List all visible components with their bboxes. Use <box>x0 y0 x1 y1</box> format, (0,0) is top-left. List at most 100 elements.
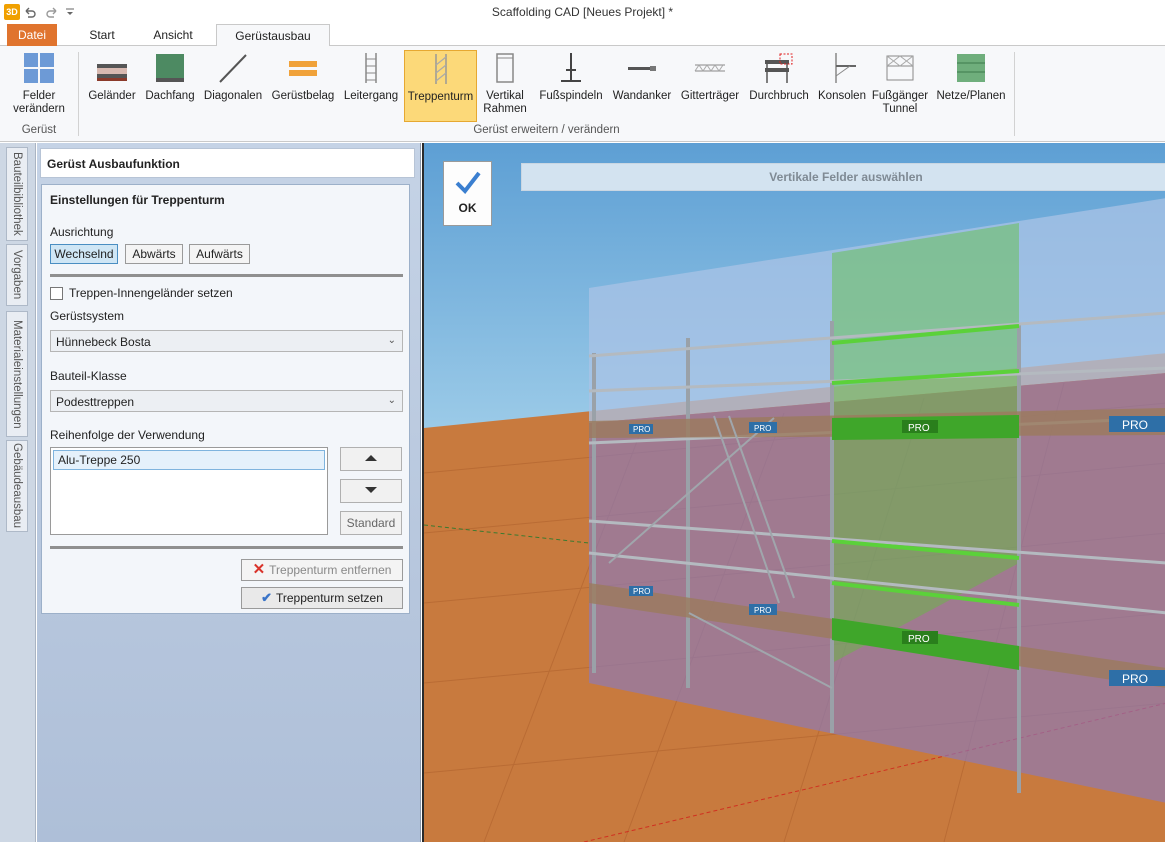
fussgaenger-tunnel-button[interactable]: Fußgänger Tunnel <box>869 50 931 122</box>
treppenturm-button[interactable]: Treppenturm <box>404 50 477 122</box>
ok-label: OK <box>458 201 477 215</box>
dachfang-label: Dachfang <box>145 90 195 102</box>
net-icon <box>955 52 987 84</box>
ausrichtung-aufwaerts-button[interactable]: Aufwärts <box>189 244 250 264</box>
side-tab-materialeinstellungen[interactable]: Materialeinstellungen <box>6 311 28 437</box>
vertical-frame-icon <box>489 52 521 84</box>
wall-anchor-icon <box>626 52 658 84</box>
netze-planen-button[interactable]: Netze/Planen <box>933 50 1009 122</box>
order-list[interactable]: Alu-Treppe 250 <box>50 447 328 535</box>
ausrichtung-wechselnd-button[interactable]: Wechselnd <box>50 244 118 264</box>
system-value: Hünnebeck Bosta <box>56 335 151 349</box>
scaffold-scene: PRO PRO PRO PRO PRO PRO PRO PRO <box>424 143 1165 842</box>
ok-button[interactable]: OK <box>443 161 492 226</box>
brand-label: PRO <box>1122 418 1148 432</box>
divider <box>50 274 403 277</box>
tab-ansicht[interactable]: Ansicht <box>148 24 198 46</box>
group-label-erweitern: Gerüst erweitern / verändern <box>473 124 620 136</box>
brand-label: PRO <box>908 423 930 434</box>
opening-icon <box>763 52 795 84</box>
brand-label: PRO <box>754 606 771 615</box>
treppenturm-setzen-button[interactable]: ✔ Treppenturm setzen <box>241 587 403 609</box>
lattice-girder-icon <box>694 52 726 84</box>
gittertraeger-button[interactable]: Gitterträger <box>677 50 743 122</box>
system-label: Gerüstsystem <box>50 309 125 323</box>
felder-label-1: Felder <box>22 90 56 102</box>
klasse-value: Podesttreppen <box>56 395 135 409</box>
system-select[interactable]: Hünnebeck Bosta ⌄ <box>50 330 403 352</box>
ribbon-separator <box>78 52 79 136</box>
diagonalen-button[interactable]: Diagonalen <box>200 50 266 122</box>
tab-start[interactable]: Start <box>82 24 122 46</box>
side-tab-vorgaben[interactable]: Vorgaben <box>6 244 28 306</box>
side-tab-gebaeudeausbau[interactable]: Gebäudeausbau <box>6 440 28 532</box>
railing-icon <box>96 52 128 84</box>
close-icon: ✕ <box>252 561 266 578</box>
arrow-up-icon <box>364 452 378 466</box>
chevron-down-icon: ⌄ <box>387 395 396 406</box>
innengelaender-checkbox[interactable] <box>50 287 63 300</box>
wandanker-label: Wandanker <box>612 90 672 102</box>
set-label: Treppenturm setzen <box>275 591 383 605</box>
remove-label: Treppenturm entfernen <box>269 563 392 577</box>
list-item[interactable]: Alu-Treppe 250 <box>53 450 325 470</box>
wandanker-button[interactable]: Wandanker <box>607 50 677 122</box>
fussspindeln-button[interactable]: Fußspindeln <box>536 50 606 122</box>
chevron-down-icon: ⌄ <box>387 335 396 346</box>
durchbruch-button[interactable]: Durchbruch <box>745 50 813 122</box>
durchbruch-label: Durchbruch <box>749 90 809 102</box>
standard-button[interactable]: Standard <box>340 511 402 535</box>
brand-label: PRO <box>633 587 650 596</box>
geruestbelag-label: Gerüstbelag <box>271 90 335 102</box>
gittertraeger-label: Gitterträger <box>680 90 740 102</box>
fussspindeln-label: Fußspindeln <box>539 90 603 102</box>
vertikal-label-1: Vertikal <box>486 90 524 102</box>
pedestrian-tunnel-icon <box>884 52 916 84</box>
leitergang-button[interactable]: Leitergang <box>340 50 402 122</box>
tab-geruestausbau[interactable]: Gerüstausbau <box>216 24 330 47</box>
tab-datei[interactable]: Datei <box>7 24 57 46</box>
klasse-label: Bauteil-Klasse <box>50 369 127 383</box>
felder-veraendern-button[interactable]: Felder verändern <box>8 50 70 122</box>
diagonalen-label: Diagonalen <box>203 90 263 102</box>
grid-icon <box>23 52 55 84</box>
window-title: Scaffolding CAD [Neues Projekt] * <box>491 5 674 19</box>
klasse-select[interactable]: Podesttreppen ⌄ <box>50 390 403 412</box>
treppenturm-label: Treppenturm <box>407 91 474 103</box>
settings-group: Einstellungen für Treppenturm Ausrichtun… <box>41 184 410 614</box>
move-up-button[interactable] <box>340 447 402 471</box>
netze-planen-label: Netze/Planen <box>936 90 1006 102</box>
bracket-icon <box>826 52 858 84</box>
side-tab-strip: Bauteilbibliothek Vorgaben Materialeinst… <box>0 143 36 842</box>
vertikal-rahmen-button[interactable]: Vertikal Rahmen <box>480 50 530 122</box>
check-icon: ✔ <box>261 590 272 605</box>
vertikal-label-2: Rahmen <box>483 103 527 115</box>
panel-header: Gerüst Ausbaufunktion <box>40 148 415 178</box>
divider <box>50 546 403 549</box>
group-label-geruest: Gerüst <box>21 124 57 136</box>
gelaender-button[interactable]: Geländer <box>84 50 140 122</box>
konsolen-button[interactable]: Konsolen <box>815 50 869 122</box>
settings-title: Einstellungen für Treppenturm <box>50 193 225 207</box>
ausrichtung-label: Ausrichtung <box>50 225 114 239</box>
fussgaenger-label-1: Fußgänger <box>871 90 929 102</box>
diagonal-icon <box>217 52 249 84</box>
innengelaender-label: Treppen-Innengeländer setzen <box>69 286 233 300</box>
treppenturm-entfernen-button[interactable]: ✕ Treppenturm entfernen <box>241 559 403 581</box>
brand-label: PRO <box>633 425 650 434</box>
check-icon <box>444 170 491 197</box>
3d-viewport[interactable]: PRO PRO PRO PRO PRO PRO PRO PRO OK Verti… <box>422 143 1165 842</box>
brand-label: PRO <box>754 424 771 433</box>
brand-label: PRO <box>908 634 930 645</box>
fussgaenger-label-2: Tunnel <box>882 103 918 115</box>
dachfang-button[interactable]: Dachfang <box>142 50 198 122</box>
deck-icon <box>287 52 319 84</box>
ribbon-separator <box>1014 52 1015 136</box>
function-panel: Gerüst Ausbaufunktion Einstellungen für … <box>37 143 421 842</box>
geruestbelag-button[interactable]: Gerüstbelag <box>268 50 338 122</box>
move-down-button[interactable] <box>340 479 402 503</box>
ausrichtung-abwaerts-button[interactable]: Abwärts <box>125 244 183 264</box>
roof-catch-icon <box>154 52 186 84</box>
base-jack-icon <box>555 52 587 84</box>
side-tab-bauteilbibliothek[interactable]: Bauteilbibliothek <box>6 147 28 241</box>
